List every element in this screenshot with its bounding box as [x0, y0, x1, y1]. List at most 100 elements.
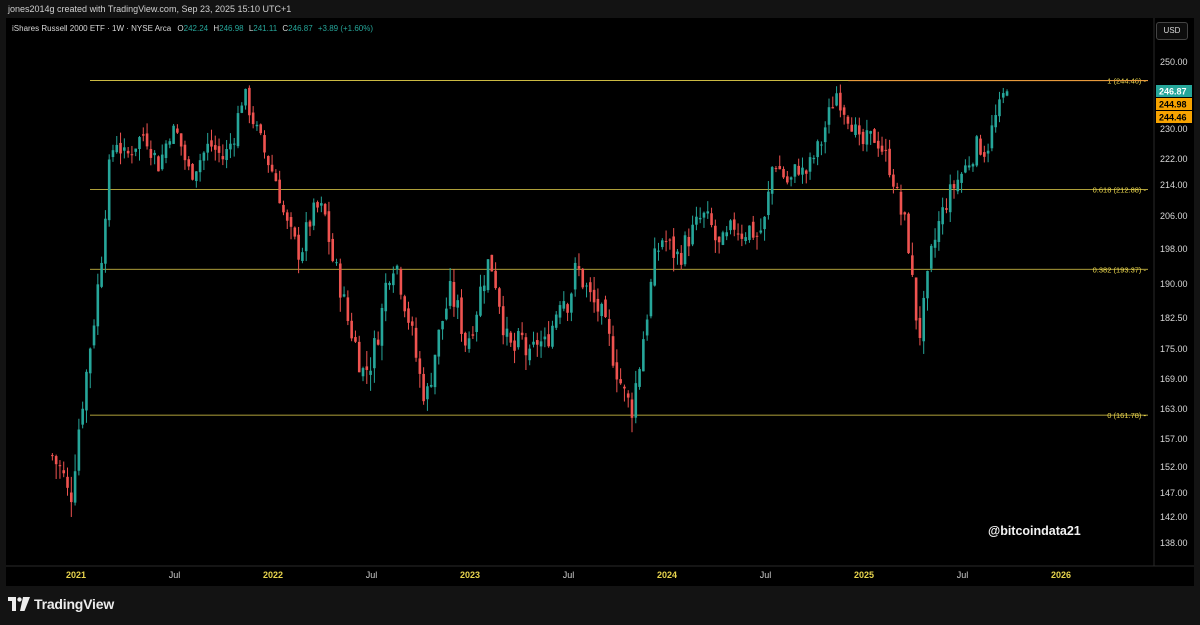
candle-body — [570, 293, 573, 313]
candle-body — [577, 266, 581, 269]
price-tag-label: 244.46 — [1159, 113, 1187, 123]
candle-body — [354, 337, 357, 342]
price-tick-label: 222.00 — [1160, 154, 1188, 164]
candle-body — [475, 314, 478, 333]
candle-body — [755, 235, 759, 237]
candle-body — [157, 156, 160, 172]
tradingview-logo[interactable]: TradingView — [8, 596, 114, 612]
candle-body — [532, 341, 535, 345]
candle-body — [426, 386, 429, 400]
symbol-legend[interactable]: iShares Russell 2000 ETF · 1W · NYSE Arc… — [12, 24, 376, 33]
candle-body — [403, 296, 406, 312]
tradingview-wordmark: TradingView — [34, 596, 115, 612]
candle-body — [793, 164, 797, 177]
candle-body — [967, 165, 971, 168]
candle-body — [664, 241, 668, 243]
candle-body — [554, 314, 558, 328]
candle-body — [672, 236, 675, 258]
candle-body — [812, 157, 816, 160]
candle-body — [657, 250, 660, 252]
candle-body — [399, 268, 403, 295]
fib-level-label: 0.618 (212.88) - — [1093, 185, 1147, 194]
candle-body — [751, 221, 755, 238]
candle-body — [255, 124, 259, 127]
candle-body — [323, 204, 327, 215]
candle-body — [346, 297, 350, 321]
candle-body — [861, 131, 865, 145]
candle-body — [202, 152, 206, 161]
candle-body — [414, 327, 418, 358]
time-tick-label: 2022 — [263, 570, 283, 580]
candle-body — [706, 211, 710, 214]
candle-body — [221, 156, 225, 160]
candle-body — [100, 262, 103, 287]
candle-body — [528, 348, 532, 361]
time-tick-label: Jul — [563, 570, 575, 580]
candle-body — [369, 370, 372, 375]
candle-body — [956, 179, 960, 192]
candle-body — [482, 285, 486, 292]
candle-body — [846, 116, 850, 124]
candle-body — [717, 236, 721, 243]
candle-body — [816, 141, 819, 158]
time-tick-label: 2025 — [854, 570, 874, 580]
candle-body — [278, 179, 281, 204]
candle-body — [638, 369, 641, 387]
candle-body — [827, 107, 831, 125]
candle-body — [58, 465, 62, 467]
candle-body — [645, 319, 649, 336]
candle-body — [979, 138, 982, 155]
candle-body — [789, 177, 793, 180]
candle-body — [888, 148, 891, 176]
credit-text: jones2014g created with TradingView.com,… — [8, 4, 292, 14]
time-tick-label: 2021 — [66, 570, 86, 580]
candle-body — [876, 140, 880, 149]
candle-body — [952, 184, 956, 189]
candle-body — [596, 298, 600, 312]
candle-body — [160, 154, 164, 170]
candle-body — [498, 288, 501, 307]
candle-body — [66, 476, 69, 488]
candle-body — [285, 212, 289, 221]
candle-body — [585, 285, 588, 287]
candle-body — [145, 133, 149, 147]
candle-body — [683, 235, 687, 265]
fib-level-label: 0 (161.78) - — [1107, 411, 1146, 420]
candle-body — [433, 354, 437, 388]
candle-body — [437, 329, 441, 357]
candle-body — [865, 130, 869, 145]
chart-canvas[interactable]: 1 (244.46) -0.618 (212.88) -0.382 (193.3… — [6, 18, 1194, 586]
candle-body — [725, 232, 729, 237]
price-tick-label: 163.00 — [1160, 404, 1188, 414]
candle-body — [338, 263, 342, 298]
price-tag-label: 244.98 — [1159, 100, 1187, 110]
candle-body — [445, 308, 448, 320]
time-tick-label: Jul — [366, 570, 378, 580]
currency-button[interactable]: USD — [1156, 22, 1188, 40]
candle-body — [168, 141, 172, 145]
candle-body — [786, 176, 789, 183]
candle-body — [823, 127, 827, 143]
time-tick-label: 2023 — [460, 570, 480, 580]
candle-body — [115, 144, 119, 153]
candle-body — [418, 358, 422, 374]
candle-body — [320, 203, 323, 206]
candle-body — [96, 284, 100, 327]
candle-body — [748, 225, 751, 241]
chart-panel[interactable]: 1 (244.46) -0.618 (212.88) -0.382 (193.3… — [6, 18, 1194, 586]
time-axis[interactable]: 2021 Jul 2022 Jul 2023 Jul 2024 Jul 2025 Jul 2026 — [6, 565, 1194, 580]
candle-body — [217, 146, 221, 153]
candle-body — [51, 455, 54, 457]
candle-body — [729, 220, 732, 231]
candle-body — [929, 245, 933, 269]
candle-body — [479, 286, 482, 316]
candle-body — [759, 230, 763, 233]
candle-body — [721, 232, 725, 245]
candle-body — [388, 282, 391, 286]
time-tick-label: Jul — [169, 570, 181, 580]
ohlc-key-open: O — [177, 24, 184, 33]
candle-body — [873, 129, 876, 143]
candle-body — [960, 173, 963, 183]
candle-body — [558, 305, 562, 318]
price-tick-label: 175.00 — [1160, 344, 1188, 354]
